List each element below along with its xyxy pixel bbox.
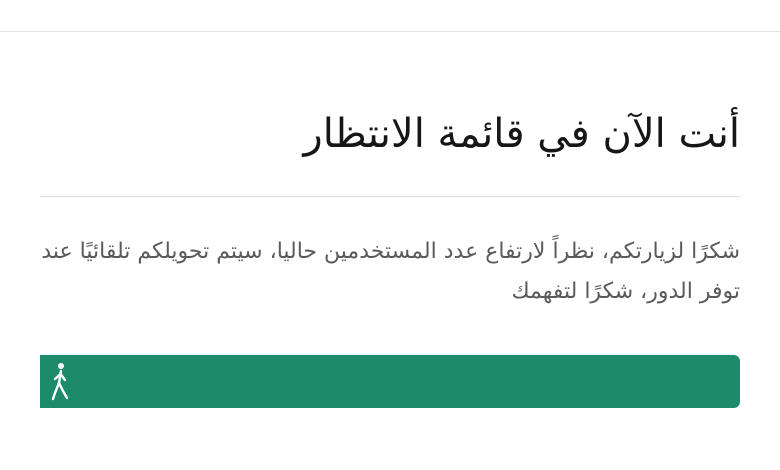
queue-message: شكرًا لزيارتكم، نظراً لارتفاع عدد المستخ… xyxy=(41,239,740,304)
header-divider xyxy=(0,31,780,32)
page-title: أنت الآن في قائمة الانتظار xyxy=(303,111,740,157)
queue-progress-bar xyxy=(40,355,740,408)
queue-progress-fill xyxy=(40,355,740,408)
title-divider xyxy=(40,196,740,197)
walking-person-icon xyxy=(50,361,72,402)
